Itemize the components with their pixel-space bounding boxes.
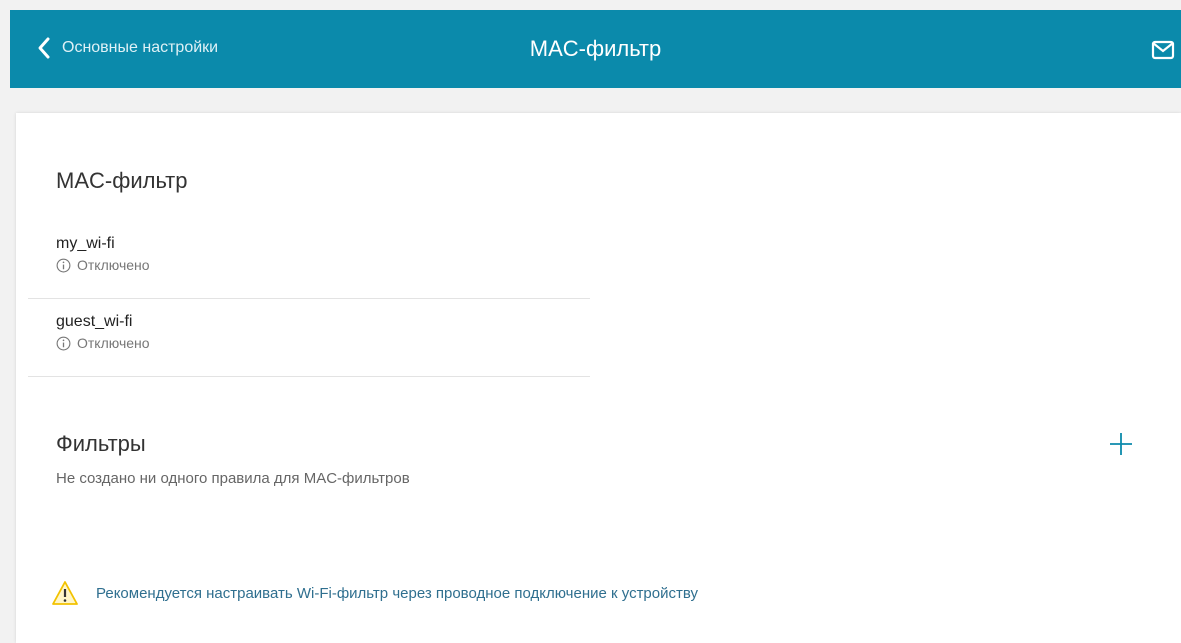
network-status: Отключено	[56, 335, 150, 351]
info-icon	[56, 336, 71, 350]
content-card: MAC-фильтр my_wi-fi Отключено guest_wi-f…	[16, 113, 1181, 643]
network-status: Отключено	[56, 257, 150, 273]
mail-icon[interactable]	[1151, 40, 1175, 60]
info-icon	[56, 258, 71, 272]
top-bar: Основные настройки MAC-фильтр	[10, 10, 1181, 88]
warning-icon	[52, 581, 78, 605]
network-name: guest_wi-fi	[56, 313, 133, 330]
warning-note: Рекомендуется настраивать Wi-Fi-фильтр ч…	[52, 580, 698, 606]
filters-empty-text: Не создано ни одного правила для MAC-фил…	[56, 470, 410, 487]
network-item-guest-wifi[interactable]: guest_wi-fi Отключено	[28, 299, 590, 377]
filters-section-title: Фильтры	[56, 431, 146, 456]
network-item-my-wifi[interactable]: my_wi-fi Отключено	[28, 221, 590, 299]
network-status-text: Отключено	[77, 257, 150, 273]
page-background: Основные настройки MAC-фильтр MAC-фильтр…	[0, 0, 1181, 643]
page-title: MAC-фильтр	[529, 36, 662, 61]
add-filter-button[interactable]	[1108, 431, 1134, 457]
warning-text: Рекомендуется настраивать Wi-Fi-фильтр ч…	[96, 584, 699, 602]
network-name: my_wi-fi	[56, 235, 115, 252]
mac-filter-section-title: MAC-фильтр	[56, 168, 188, 193]
network-status-text: Отключено	[77, 335, 150, 351]
